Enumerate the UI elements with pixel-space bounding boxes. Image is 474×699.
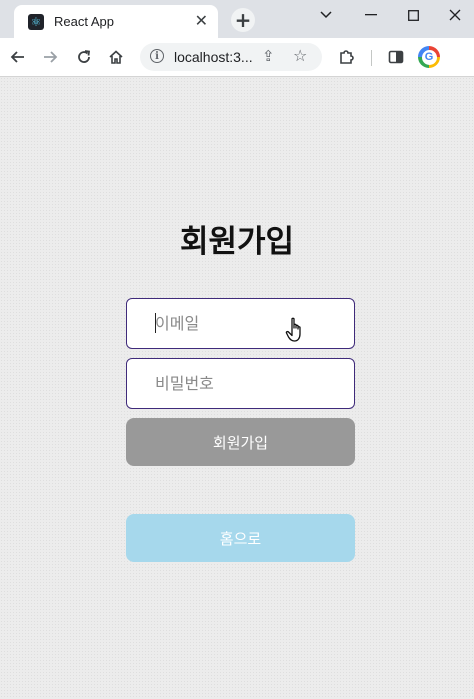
hand-pointer-cursor-icon	[285, 317, 307, 347]
bookmark-star-icon[interactable]: ☆	[293, 46, 307, 65]
toolbar-divider	[371, 50, 372, 66]
share-icon[interactable]: ⇪	[262, 47, 275, 65]
browser-tab-strip: ⚛ React App ✕ +	[0, 0, 474, 38]
tab-title: React App	[54, 14, 114, 29]
browser-tab[interactable]: ⚛ React App ✕	[14, 5, 218, 38]
forward-arrow-icon[interactable]	[38, 45, 62, 69]
reload-icon[interactable]	[72, 45, 96, 69]
home-icon[interactable]	[104, 45, 128, 69]
back-arrow-icon[interactable]	[6, 45, 30, 69]
password-input[interactable]	[126, 358, 355, 409]
google-profile-icon[interactable]: G	[418, 46, 440, 68]
close-tab-icon[interactable]: ✕	[195, 13, 208, 29]
browser-toolbar: i localhost:3... ⇪ ☆ G	[0, 38, 474, 77]
react-icon: ⚛	[28, 13, 44, 30]
info-icon[interactable]: i	[150, 49, 164, 63]
maximize-icon[interactable]	[393, 0, 433, 30]
page-content: 회원가입 회원가입 홈으로	[0, 77, 474, 699]
address-bar[interactable]: i localhost:3... ⇪ ☆	[140, 43, 322, 71]
home-button[interactable]: 홈으로	[126, 514, 355, 562]
signup-button[interactable]: 회원가입	[126, 418, 355, 466]
close-window-icon[interactable]	[435, 0, 474, 30]
text-caret	[155, 313, 156, 333]
chevron-down-icon[interactable]	[306, 0, 346, 30]
side-panel-icon[interactable]	[384, 45, 408, 69]
page-title: 회원가입	[179, 224, 295, 260]
extensions-puzzle-icon[interactable]	[334, 45, 358, 69]
email-input[interactable]	[126, 298, 355, 349]
new-tab-button[interactable]: +	[231, 8, 255, 32]
minimize-icon[interactable]	[351, 0, 391, 30]
url-text: localhost:3...	[174, 49, 253, 65]
